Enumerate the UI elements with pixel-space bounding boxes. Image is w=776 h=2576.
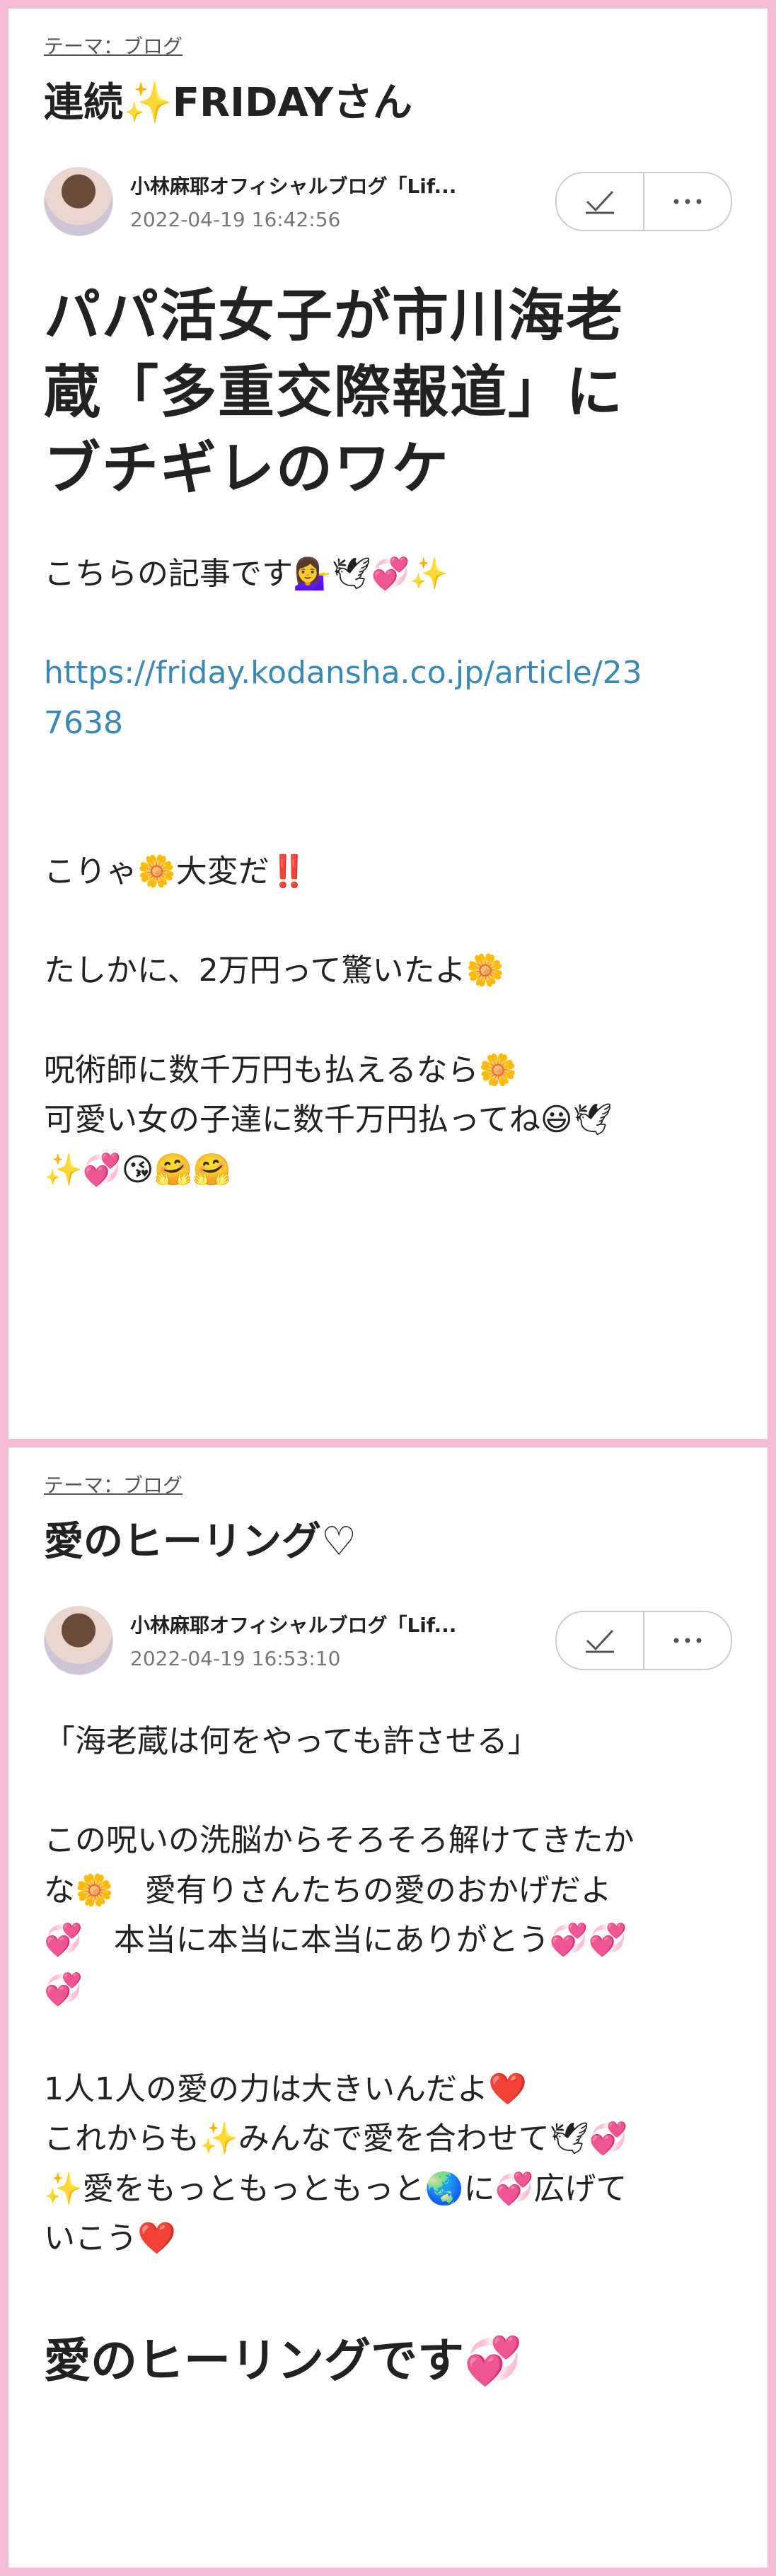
blog-name[interactable]: 小林麻耶オフィシャルブログ「Lif... — [130, 1610, 526, 1638]
body-line: 「海老蔵は何をやっても許させる」 — [44, 1723, 539, 1759]
entry-body: こちらの記事です💁‍♀️🕊💞✨ https://friday.kodansha.… — [44, 549, 732, 1195]
body-line: この呪いの洗脳からそろそろ解けてきたか — [44, 1822, 635, 1859]
article-link-part[interactable]: https://friday.kodansha.co.jp/article/23 — [44, 655, 642, 691]
blog-entry-1: テーマ：ブログ 連続✨FRIDAYさん 小林麻耶オフィシャルブログ「Lif...… — [8, 8, 768, 1439]
more-button[interactable] — [643, 173, 731, 230]
body-line: ✨💞😘🤗🤗 — [44, 1151, 232, 1188]
theme-link[interactable]: テーマ：ブログ — [44, 1470, 183, 1498]
body-line: いこう❤️ — [44, 2220, 176, 2256]
body-line: たしかに、2万円って驚いたよ🌼 — [44, 952, 505, 989]
entry-actions — [555, 171, 732, 231]
body-line: ✨愛をもっともっともっと🌏に💞広げて — [44, 2170, 627, 2207]
post-date: 2022-04-19 16:42:56 — [130, 208, 341, 232]
check-icon — [584, 1628, 615, 1653]
entry-title: 連続✨FRIDAYさん — [44, 80, 412, 126]
sub-heading: 愛のヒーリングです💞 — [44, 2333, 523, 2389]
more-horizontal-icon — [673, 1638, 702, 1643]
body-line: 💞 — [44, 1971, 83, 2008]
author-info: 小林麻耶オフィシャルブログ「Lif... 2022-04-19 16:42:56 — [130, 171, 555, 231]
article-headline: パパ活女子が市川海老 蔵「多重交際報道」に ブチギレのワケ — [44, 278, 732, 507]
headline-line: 蔵「多重交際報道」に — [44, 359, 624, 425]
more-horizontal-icon — [673, 199, 702, 204]
article-link[interactable]: https://friday.kodansha.co.jp/article/23… — [44, 648, 732, 748]
body-line: こちらの記事です💁‍♀️🕊💞✨ — [44, 555, 449, 592]
blog-name[interactable]: 小林麻耶オフィシャルブログ「Lif... — [130, 171, 526, 199]
theme-link[interactable]: テーマ：ブログ — [44, 31, 183, 59]
body-line: 1人1人の愛の力は大きいんだよ❤️ — [44, 2070, 527, 2107]
entry-body: 「海老蔵は何をやっても許させる」 この呪いの洗脳からそろそろ解けてきたか な🌼 … — [44, 1717, 732, 2264]
check-button[interactable] — [557, 1612, 643, 1669]
body-line: な🌼 愛有りさんたちの愛のおかげだよ — [44, 1872, 612, 1908]
entry-actions — [555, 1610, 732, 1670]
more-button[interactable] — [643, 1612, 731, 1669]
blog-entry-2: テーマ：ブログ 愛のヒーリング♡ 小林麻耶オフィシャルブログ「Lif... 20… — [8, 1447, 768, 2568]
post-date: 2022-04-19 16:53:10 — [130, 1647, 341, 1671]
body-line: 呪術師に数千万円も払えるなら🌼 — [44, 1051, 518, 1088]
body-line: これからも✨みんなで愛を合わせて🕊💞 — [44, 2121, 628, 2157]
body-line: こりゃ🌼大変だ‼️ — [44, 853, 308, 890]
headline-line: パパ活女子が市川海老 — [44, 282, 624, 349]
body-line: 可愛い女の子達に数千万円払ってね😃🕊 — [44, 1102, 613, 1138]
headline-line: ブチギレのワケ — [44, 435, 450, 501]
check-icon — [584, 189, 615, 214]
check-button[interactable] — [557, 173, 643, 230]
entry-meta: 小林麻耶オフィシャルブログ「Lif... 2022-04-19 16:42:56 — [44, 166, 732, 237]
author-info: 小林麻耶オフィシャルブログ「Lif... 2022-04-19 16:53:10 — [130, 1610, 555, 1670]
avatar[interactable] — [44, 166, 113, 236]
entry-title: 愛のヒーリング♡ — [44, 1519, 357, 1565]
article-link-part[interactable]: 7638 — [44, 705, 123, 741]
entry-meta: 小林麻耶オフィシャルブログ「Lif... 2022-04-19 16:53:10 — [44, 1605, 732, 1676]
body-line: 💞 本当に本当に本当にありがとう💞💞 — [44, 1921, 627, 1958]
avatar[interactable] — [44, 1605, 113, 1675]
